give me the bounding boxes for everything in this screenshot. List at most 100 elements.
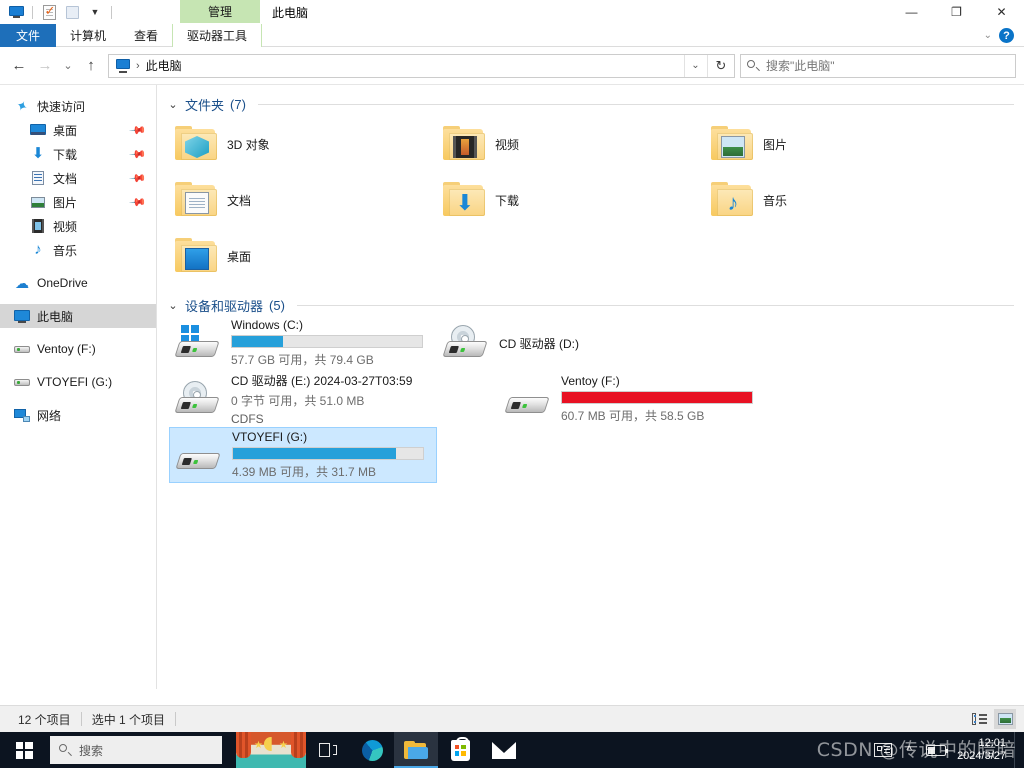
divider <box>32 5 33 19</box>
folder-item-music[interactable]: ♪ 音乐 <box>705 172 973 228</box>
clock[interactable]: 12:01 2024/3/27 <box>953 737 1014 763</box>
drive-item-windows-c[interactable]: Windows (C:) 57.7 GB 可用，共 79.4 GB <box>169 315 437 371</box>
battery-button[interactable] <box>919 732 953 768</box>
folder-item-videos[interactable]: 视频 <box>437 116 705 172</box>
contextual-tab-manage[interactable]: 管理 <box>180 0 260 23</box>
star-icon: ★ <box>279 740 288 751</box>
taskbar-item-mail[interactable] <box>482 732 526 768</box>
chevron-down-icon[interactable]: ⌄ <box>167 98 179 111</box>
news-interests-button[interactable] <box>867 732 899 768</box>
sidebar-item-videos[interactable]: 视频 <box>0 214 156 238</box>
sidebar-item-vtoyefi-g[interactable]: VTOYEFI (G:) <box>0 370 156 394</box>
folder-pictures-icon <box>711 126 753 162</box>
ribbon-tab-strip: 文件 计算机 查看 驱动器工具 ⌄ ? <box>0 24 1024 47</box>
pictures-icon <box>30 194 46 210</box>
drive-name: Ventoy (F:) <box>561 374 620 388</box>
capacity-bar <box>231 335 423 348</box>
sidebar-item-label: 此电脑 <box>37 309 74 324</box>
pin-icon[interactable]: 📌 <box>129 193 148 211</box>
folder-item-pictures[interactable]: 图片 <box>705 116 973 172</box>
customize-dropdown-icon[interactable]: ▼ <box>85 2 105 22</box>
system-tray: ^ 12:01 2024/3/27 <box>867 732 1024 768</box>
drive-item-ventoy-f[interactable]: Ventoy (F:) 60.7 MB 可用，共 58.5 GB <box>499 371 767 427</box>
help-icon[interactable]: ? <box>999 28 1014 43</box>
folder-item-desktop[interactable]: 桌面 <box>169 228 437 284</box>
folder-item-downloads[interactable]: ⬇ 下载 <box>437 172 705 228</box>
divider <box>257 103 1014 105</box>
pin-icon[interactable]: 📌 <box>129 121 148 139</box>
new-folder-icon[interactable] <box>62 2 82 22</box>
search-input[interactable]: 搜索"此电脑" <box>740 53 1016 78</box>
tile-label: 音乐 <box>763 193 788 208</box>
network-icon <box>14 407 30 423</box>
folder-item-3d-objects[interactable]: 3D 对象 <box>169 116 437 172</box>
drive-item-vtoyefi-g[interactable]: VTOYEFI (G:) 4.39 MB 可用，共 31.7 MB <box>169 427 437 483</box>
properties-icon[interactable] <box>39 2 59 22</box>
drive-capacity: 57.7 GB 可用，共 79.4 GB <box>231 353 374 367</box>
pc-icon[interactable] <box>6 2 26 22</box>
sidebar-item-ventoy-f[interactable]: Ventoy (F:) <box>0 337 156 361</box>
star-icon: ★ <box>254 740 263 751</box>
recent-locations-button[interactable]: ⌄ <box>58 53 78 79</box>
sidebar-item-documents[interactable]: 文档 📌 <box>0 166 156 190</box>
drive-item-cd-d[interactable]: CD 驱动器 (D:) <box>437 315 705 371</box>
sidebar-item-desktop[interactable]: 桌面 📌 <box>0 118 156 142</box>
taskbar-item-microsoft-store[interactable] <box>438 732 482 768</box>
sidebar-item-network[interactable]: 网络 <box>0 403 156 427</box>
desktop-icon <box>30 122 46 138</box>
address-bar: ← → ⌄ ↑ › 此电脑 ⌄ ↻ 搜索"此电脑" <box>0 47 1024 84</box>
task-view-button[interactable] <box>306 732 350 768</box>
restore-button[interactable]: ❐ <box>934 0 979 24</box>
sidebar-item-downloads[interactable]: ⬇ 下载 📌 <box>0 142 156 166</box>
sidebar-item-pictures[interactable]: 图片 📌 <box>0 190 156 214</box>
capacity-bar-fill <box>233 448 397 459</box>
show-hidden-icons-button[interactable]: ^ <box>899 732 919 768</box>
address-input[interactable]: › 此电脑 ⌄ ↻ <box>108 53 735 78</box>
taskbar-search-input[interactable]: 搜索 <box>50 736 222 764</box>
details-view-button[interactable] <box>968 709 990 729</box>
sidebar-item-this-pc[interactable]: 此电脑 <box>0 304 156 328</box>
explorer-body: ✦ 快速访问 桌面 📌 ⬇ 下载 📌 文档 📌 图片 📌 视频 ♪ 音乐 ☁ O… <box>0 84 1024 689</box>
tab-view[interactable]: 查看 <box>120 24 172 47</box>
large-icons-view-button[interactable] <box>994 709 1016 729</box>
pin-icon[interactable]: 📌 <box>129 145 148 163</box>
forward-button[interactable]: → <box>32 53 58 79</box>
drive-filesystem: CDFS <box>231 412 264 426</box>
tab-drive-tools[interactable]: 驱动器工具 <box>172 24 263 47</box>
drive-name: CD 驱动器 (D:) <box>499 336 579 351</box>
tab-file[interactable]: 文件 <box>0 24 56 47</box>
sidebar-item-quick-access[interactable]: ✦ 快速访问 <box>0 94 156 118</box>
pin-icon[interactable]: 📌 <box>129 169 148 187</box>
file-explorer-window: ▼ 管理 此电脑 — ❐ ✕ 文件 计算机 查看 驱动器工具 ⌄ ? ← → ⌄… <box>0 0 1024 768</box>
refresh-icon[interactable]: ↻ <box>707 54 734 77</box>
items-view[interactable]: ⌄ 文件夹 (7) 3D 对象 视频 图片 文档 ⬇ 下载 ♪ 音乐 桌面 ⌄ … <box>157 85 1024 689</box>
task-view-icon <box>319 743 337 757</box>
group-header-folders[interactable]: ⌄ 文件夹 (7) <box>157 85 1024 113</box>
sidebar-item-label: 文档 <box>53 171 78 186</box>
taskbar-item-file-explorer[interactable] <box>394 732 438 768</box>
minimize-button[interactable]: — <box>889 0 934 24</box>
sidebar-item-onedrive[interactable]: ☁ OneDrive <box>0 271 156 295</box>
pc-icon[interactable] <box>115 58 131 73</box>
breadcrumb[interactable]: 此电脑 <box>146 57 182 74</box>
news-weather-widget[interactable]: ★ ★ <box>236 732 306 768</box>
sidebar-item-music[interactable]: ♪ 音乐 <box>0 238 156 262</box>
drive-item-cd-e[interactable]: CD 驱动器 (E:) 2024-03-27T03:59 0 字节 可用，共 5… <box>169 371 499 427</box>
tab-computer[interactable]: 计算机 <box>56 24 120 47</box>
navigation-pane[interactable]: ✦ 快速访问 桌面 📌 ⬇ 下载 📌 文档 📌 图片 📌 视频 ♪ 音乐 ☁ O… <box>0 85 157 689</box>
up-button[interactable]: ↑ <box>78 53 104 79</box>
folder-tiles: 3D 对象 视频 图片 文档 ⬇ 下载 ♪ 音乐 桌面 <box>157 113 1024 284</box>
videos-icon <box>30 218 46 234</box>
taskbar-item-edge[interactable] <box>350 732 394 768</box>
group-header-drives[interactable]: ⌄ 设备和驱动器 (5) <box>157 284 1024 314</box>
start-button[interactable] <box>0 732 48 768</box>
close-button[interactable]: ✕ <box>979 0 1024 24</box>
chevron-down-icon[interactable]: ⌄ <box>984 30 992 41</box>
edge-icon <box>361 739 383 761</box>
chevron-down-icon[interactable]: ⌄ <box>167 299 179 312</box>
folder-item-documents[interactable]: 文档 <box>169 172 437 228</box>
drive-info: Ventoy (F:) 60.7 MB 可用，共 58.5 GB <box>561 374 753 424</box>
back-button[interactable]: ← <box>6 53 32 79</box>
show-desktop-button[interactable] <box>1014 732 1020 768</box>
chevron-down-icon[interactable]: ⌄ <box>684 54 706 77</box>
